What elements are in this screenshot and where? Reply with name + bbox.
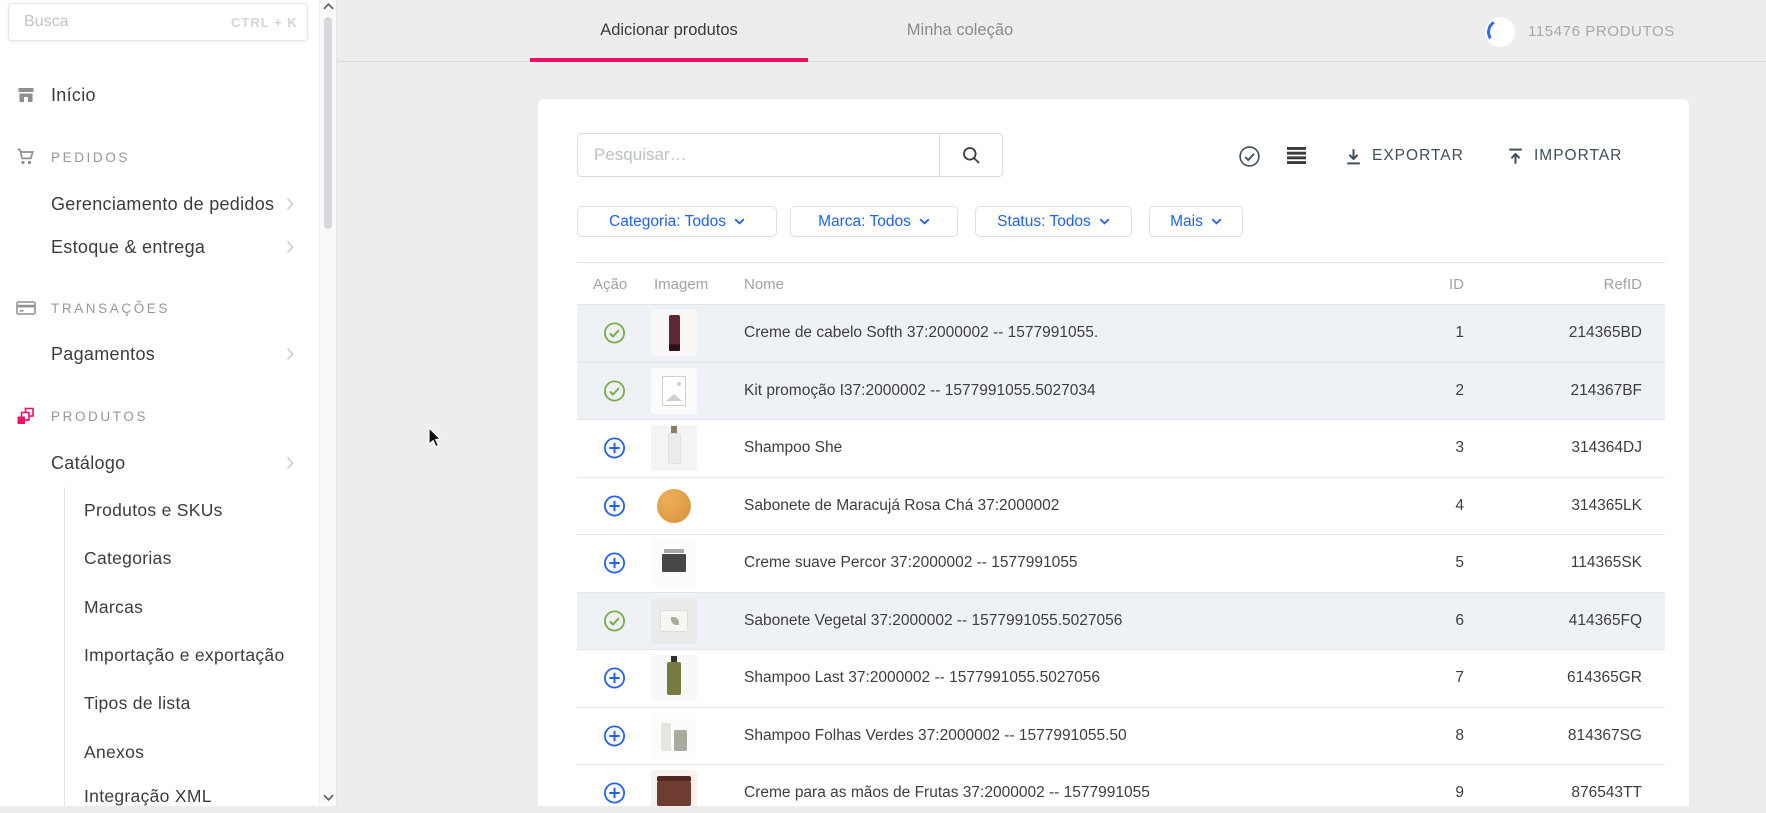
subnav-indent-rule [64,487,65,806]
added-check-icon[interactable] [603,609,626,632]
sidebar-item-transacoes: TRANSAÇÕES [0,291,320,325]
add-plus-icon[interactable] [603,724,626,747]
col-acao: Ação [593,263,627,306]
topbar: Adicionar produtos Minha coleção 115476 … [338,0,1766,62]
filter-mais[interactable]: Mais [1149,206,1243,237]
export-label: EXPORTAR [1372,147,1464,165]
search-button[interactable] [939,133,1003,177]
col-id: ID [1344,263,1464,306]
sidebar-item-integracao-xml[interactable]: Integração XML [0,779,320,813]
tab-minha-colecao[interactable]: Minha coleção [860,0,1060,62]
download-icon [1344,147,1363,166]
scrollbar-thumb[interactable] [324,17,332,229]
tab-label: Adicionar produtos [600,21,738,39]
chevron-right-icon [286,240,294,254]
chevron-down-icon [919,218,930,225]
col-refid: RefID [1482,263,1642,306]
product-image-image-placeholder [651,368,697,414]
scroll-up-icon[interactable] [323,3,334,10]
sidebar-item-produtos: PRODUTOS [0,399,320,433]
upload-icon [1506,147,1525,166]
sidebar-search-input[interactable] [9,13,231,31]
added-check-icon[interactable] [603,322,626,345]
import-label: IMPORTAR [1534,147,1622,165]
sidebar-item-gerenciamento-de-pedidos[interactable]: Gerenciamento de pedidos [0,187,320,221]
table-row: Creme suave Percor 37:2000002 -- 1577991… [577,535,1665,593]
sidebar-item-produtos-e-skus[interactable]: Produtos e SKUs [0,493,320,527]
table-header: Ação Imagem Nome ID RefID [577,262,1665,305]
table-body: Creme de cabelo Softh 37:2000002 -- 1577… [577,305,1665,806]
sidebar-item-estoque-entrega[interactable]: Estoque & entrega [0,230,320,264]
table-row: Sabonete Vegetal 37:2000002 -- 157799105… [577,593,1665,651]
col-imagem: Imagem [654,263,708,306]
export-button[interactable]: EXPORTAR [1344,143,1464,169]
table-row: Shampoo Last 37:2000002 -- 1577991055.50… [577,650,1665,708]
sidebar-item-inicio[interactable]: Início [0,78,320,112]
chevron-right-icon [286,347,294,361]
sidebar-item-marcas[interactable]: Marcas [0,590,320,624]
store-icon [16,85,36,105]
products-count: 115476 PRODUTOS [1528,0,1675,62]
mouse-cursor [428,427,444,454]
add-plus-icon[interactable] [603,667,626,690]
products-panel: EXPORTAR IMPORTAR Categoria: Todos Marca… [538,99,1689,806]
product-image-brown-jar [651,770,697,806]
product-image-cream-jar [651,540,697,586]
sidebar-item-pedidos: PEDIDOS [0,140,320,174]
product-image-hair-cream-tube [651,310,697,356]
table-row: Kit promoção I37:2000002 -- 1577991055.5… [577,363,1665,421]
scroll-down-icon[interactable] [323,794,334,801]
loading-spinner-icon [1485,17,1515,47]
add-plus-icon[interactable] [603,782,626,805]
sidebar-item-anexos[interactable]: Anexos [0,735,320,769]
product-image-round-soap [651,483,697,529]
sidebar-scrollbar[interactable] [319,0,336,806]
chevron-down-icon [1099,218,1110,225]
product-search-input[interactable] [577,133,940,177]
add-plus-icon[interactable] [603,437,626,460]
chevron-right-icon [286,197,294,211]
table-row: Shampoo Folhas Verdes 37:2000002 -- 1577… [577,708,1665,766]
col-nome: Nome [744,263,784,306]
products-table: Ação Imagem Nome ID RefID Creme de cabel… [577,262,1665,806]
chevron-down-icon [1211,218,1222,225]
filter-categoria-todos[interactable]: Categoria: Todos [577,206,777,237]
import-button[interactable]: IMPORTAR [1506,143,1622,169]
sidebar-search: CTRL + K [8,3,308,41]
sidebar-item-tipos-de-lista[interactable]: Tipos de lista [0,686,320,720]
active-tab-underline [530,58,808,62]
chevron-right-icon [286,456,294,470]
product-image-shampoo-bottle [651,425,697,471]
cart-icon [16,147,36,167]
add-plus-icon[interactable] [603,552,626,575]
table-row: Creme de cabelo Softh 37:2000002 -- 1577… [577,305,1665,363]
added-check-icon[interactable] [603,379,626,402]
product-image-bottle-set [651,713,697,759]
search-icon [961,145,982,166]
product-image-green-bottle [651,655,697,701]
product-image-soap-bar [651,598,697,644]
add-plus-icon[interactable] [603,494,626,517]
sidebar-item-importacao-e-exportacao[interactable]: Importação e exportação [0,638,320,672]
sidebar-item-catalogo[interactable]: Catálogo [0,446,320,480]
table-row: Shampoo She 3 314364DJ [577,420,1665,478]
table-row: Sabonete de Maracujá Rosa Chá 37:2000002… [577,478,1665,536]
sidebar: CTRL + K Início PEDIDOS Gerenciamento de… [0,0,337,806]
tab-adicionar-produtos[interactable]: Adicionar produtos [530,0,808,62]
table-row: Creme para as mãos de Frutas 37:2000002 … [577,765,1665,806]
products-icon [16,406,36,426]
list-view-icon[interactable] [1287,147,1306,164]
tab-label: Minha coleção [907,21,1013,39]
select-all-check-icon[interactable] [1238,145,1261,168]
sidebar-item-categorias[interactable]: Categorias [0,541,320,575]
card-icon [16,298,36,318]
filter-status-todos[interactable]: Status: Todos [975,206,1132,237]
sidebar-search-shortcut: CTRL + K [231,15,308,30]
sidebar-item-pagamentos[interactable]: Pagamentos [0,337,320,371]
chevron-down-icon [734,218,745,225]
filter-marca-todos[interactable]: Marca: Todos [790,206,958,237]
